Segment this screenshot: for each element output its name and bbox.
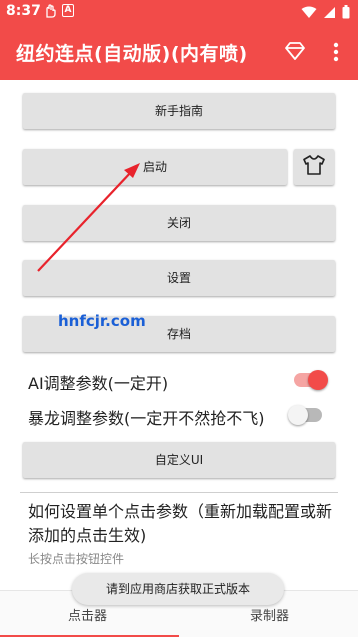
info-title[interactable]: 如何设置单个点击参数（重新加载配置或新添加的点击生效)	[28, 500, 340, 548]
ai-adjust-switch[interactable]	[294, 370, 328, 390]
main-content: 新手指南 启动 关闭 设置 存档 AI调整参数(一定开) 暴龙调整参数(一定开不…	[0, 80, 358, 590]
start-button[interactable]: 启动	[23, 149, 287, 185]
signal-icon	[323, 4, 336, 23]
app-bar: 纽约连点(自动版)(内有喷)	[0, 24, 358, 80]
a-badge-icon: A	[62, 4, 74, 17]
close-button[interactable]: 关闭	[23, 205, 335, 241]
toast-message: 请到应用商店获取正式版本	[72, 573, 284, 605]
status-bar: 8:37 A	[0, 0, 358, 24]
divider	[20, 492, 338, 493]
tshirt-icon	[303, 155, 325, 179]
skin-button[interactable]	[294, 149, 334, 185]
wifi-icon	[301, 4, 317, 23]
status-icons-right	[301, 4, 350, 23]
guide-button[interactable]: 新手指南	[23, 93, 335, 129]
status-icons-left: A	[44, 4, 74, 22]
switch-knob	[288, 405, 308, 425]
diamond-icon[interactable]	[282, 38, 308, 64]
custom-ui-button[interactable]: 自定义UI	[23, 442, 335, 478]
trex-adjust-switch[interactable]	[288, 405, 322, 425]
more-vert-icon[interactable]	[326, 38, 346, 66]
info-subtitle: 长按点击按钮控件	[28, 552, 125, 566]
nav-recorder[interactable]: 录制器	[250, 605, 289, 624]
hand-icon	[44, 4, 56, 22]
battery-icon	[342, 4, 350, 23]
status-time: 8:37	[6, 3, 41, 19]
switch-knob	[308, 370, 328, 390]
settings-button[interactable]: 设置	[23, 260, 335, 296]
ai-adjust-label: AI调整参数(一定开)	[28, 374, 169, 393]
trex-adjust-label: 暴龙调整参数(一定开不然抢不飞)	[28, 409, 265, 428]
watermark: hnfcjr.com	[58, 312, 146, 330]
nav-clicker[interactable]: 点击器	[68, 605, 107, 624]
app-title: 纽约连点(自动版)(内有喷)	[16, 43, 248, 65]
